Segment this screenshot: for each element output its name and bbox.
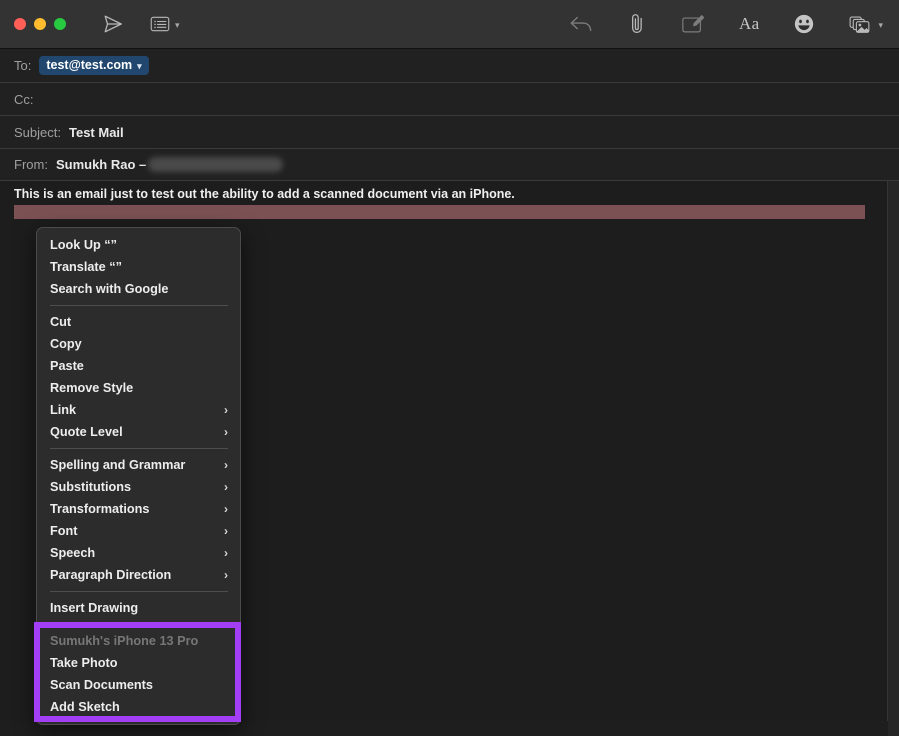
menu-item-label: Paragraph Direction [50,568,172,582]
photo-browser-button[interactable]: ▾ [849,14,883,35]
context-menu-group-continuity-camera: Sumukh's iPhone 13 Pro Take Photo Scan D… [37,630,240,724]
from-field-row[interactable]: From: Sumukh Rao – [0,148,899,181]
context-menu[interactable]: Look Up “” Translate “” Search with Goog… [36,227,241,725]
menu-item-device-name: Sumukh's iPhone 13 Pro [37,630,240,652]
toolbar-right-icons: Aa ▾ [569,0,883,48]
menu-item-label: Scan Documents [50,678,153,692]
menu-item-font[interactable]: Font › [37,520,240,542]
menu-item-substitutions[interactable]: Substitutions › [37,476,240,498]
menu-item-paragraph-direction[interactable]: Paragraph Direction › [37,564,240,586]
menu-item-transformations[interactable]: Transformations › [37,498,240,520]
menu-item-label: Cut [50,315,72,329]
cc-label: Cc: [14,91,34,107]
menu-item-label: Quote Level [50,425,123,439]
photo-browser-icon [849,14,873,35]
chevron-down-icon[interactable]: ▾ [137,61,142,71]
menu-item-label: Substitutions [50,480,132,494]
recipient-token-label: test@test.com [46,58,133,72]
markup-icon[interactable] [681,14,705,35]
close-window-button[interactable] [14,18,26,30]
window-toolbar: ▾ Aa ▾ [0,0,899,49]
submenu-arrow-icon: › [224,568,228,582]
submenu-arrow-icon: › [224,524,228,538]
recipient-token-test[interactable]: test@test.com ▾ [39,56,149,75]
attach-icon[interactable] [627,12,647,36]
menu-item-link[interactable]: Link › [37,399,240,421]
vertical-scrollbar[interactable] [888,181,899,736]
cc-field-row[interactable]: Cc: [0,82,899,115]
emoji-icon[interactable] [793,13,815,35]
submenu-arrow-icon: › [224,502,228,516]
menu-item-label: Transformations [50,502,150,516]
menu-item-label: Speech [50,546,96,560]
traffic-light-controls [14,18,66,30]
menu-item-label: Link [50,403,77,417]
context-menu-group-drawing: Insert Drawing [37,597,240,619]
menu-item-look-up[interactable]: Look Up “” [37,234,240,256]
menu-item-label: Look Up “” [50,238,117,252]
menu-separator [50,624,228,625]
chevron-down-icon: ▾ [878,19,883,30]
menu-item-label: Font [50,524,78,538]
to-field-row[interactable]: To: test@test.com ▾ [0,49,899,82]
menu-item-take-photo[interactable]: Take Photo [37,652,240,674]
menu-item-label: Spelling and Grammar [50,458,186,472]
minimize-window-button[interactable] [34,18,46,30]
menu-item-label: Take Photo [50,656,118,670]
menu-separator [50,591,228,592]
menu-item-paste[interactable]: Paste [37,355,240,377]
header-fields-button[interactable]: ▾ [150,15,180,33]
text-selection-highlight [14,205,865,219]
context-menu-group-edit: Cut Copy Paste Remove Style Link › Quote… [37,311,240,443]
menu-item-label: Search with Google [50,282,169,296]
menu-item-search-with-google[interactable]: Search with Google [37,278,240,300]
compose-header-fields: To: test@test.com ▾ Cc: Subject: Test Ma… [0,49,899,181]
menu-item-label: Translate “” [50,260,122,274]
menu-item-speech[interactable]: Speech › [37,542,240,564]
from-label: From: [14,157,48,172]
menu-item-label: Copy [50,337,82,351]
menu-separator [50,448,228,449]
submenu-arrow-icon: › [224,403,228,417]
menu-item-label: Paste [50,359,84,373]
menu-item-remove-style[interactable]: Remove Style [37,377,240,399]
submenu-arrow-icon: › [224,546,228,560]
menu-item-spelling-and-grammar[interactable]: Spelling and Grammar › [37,454,240,476]
menu-item-insert-drawing[interactable]: Insert Drawing [37,597,240,619]
redacted-email-address [148,157,284,172]
menu-separator [50,305,228,306]
submenu-arrow-icon: › [224,458,228,472]
subject-value: Test Mail [68,124,124,140]
context-menu-group-lookup: Look Up “” Translate “” Search with Goog… [37,234,240,300]
subject-field-row[interactable]: Subject: Test Mail [0,115,899,148]
send-icon[interactable] [102,13,124,35]
submenu-arrow-icon: › [224,425,228,439]
menu-item-label: Add Sketch [50,700,120,714]
toolbar-left-icons: ▾ [102,13,180,35]
menu-item-label: Insert Drawing [50,601,139,615]
chevron-down-icon: ▾ [175,19,180,30]
message-body-text: This is an email just to test out the ab… [14,187,515,201]
header-fields-icon [150,15,170,33]
from-value: Sumukh Rao – [55,157,147,172]
menu-item-scan-documents[interactable]: Scan Documents [37,674,240,696]
menu-item-label: Sumukh's iPhone 13 Pro [50,634,199,648]
menu-item-copy[interactable]: Copy [37,333,240,355]
menu-item-label: Remove Style [50,381,134,395]
menu-item-add-sketch[interactable]: Add Sketch [37,696,240,718]
mail-compose-window: ▾ Aa ▾ To: test@test.com ▾ Cc: Subject: … [0,0,899,736]
to-label: To: [14,58,32,73]
subject-label: Subject: [14,124,61,140]
submenu-arrow-icon: › [224,480,228,494]
menu-item-cut[interactable]: Cut [37,311,240,333]
menu-item-translate[interactable]: Translate “” [37,256,240,278]
reply-icon[interactable] [569,14,593,34]
context-menu-group-text-tools: Spelling and Grammar › Substitutions › T… [37,454,240,586]
maximize-window-button[interactable] [54,18,66,30]
menu-item-quote-level[interactable]: Quote Level › [37,421,240,443]
